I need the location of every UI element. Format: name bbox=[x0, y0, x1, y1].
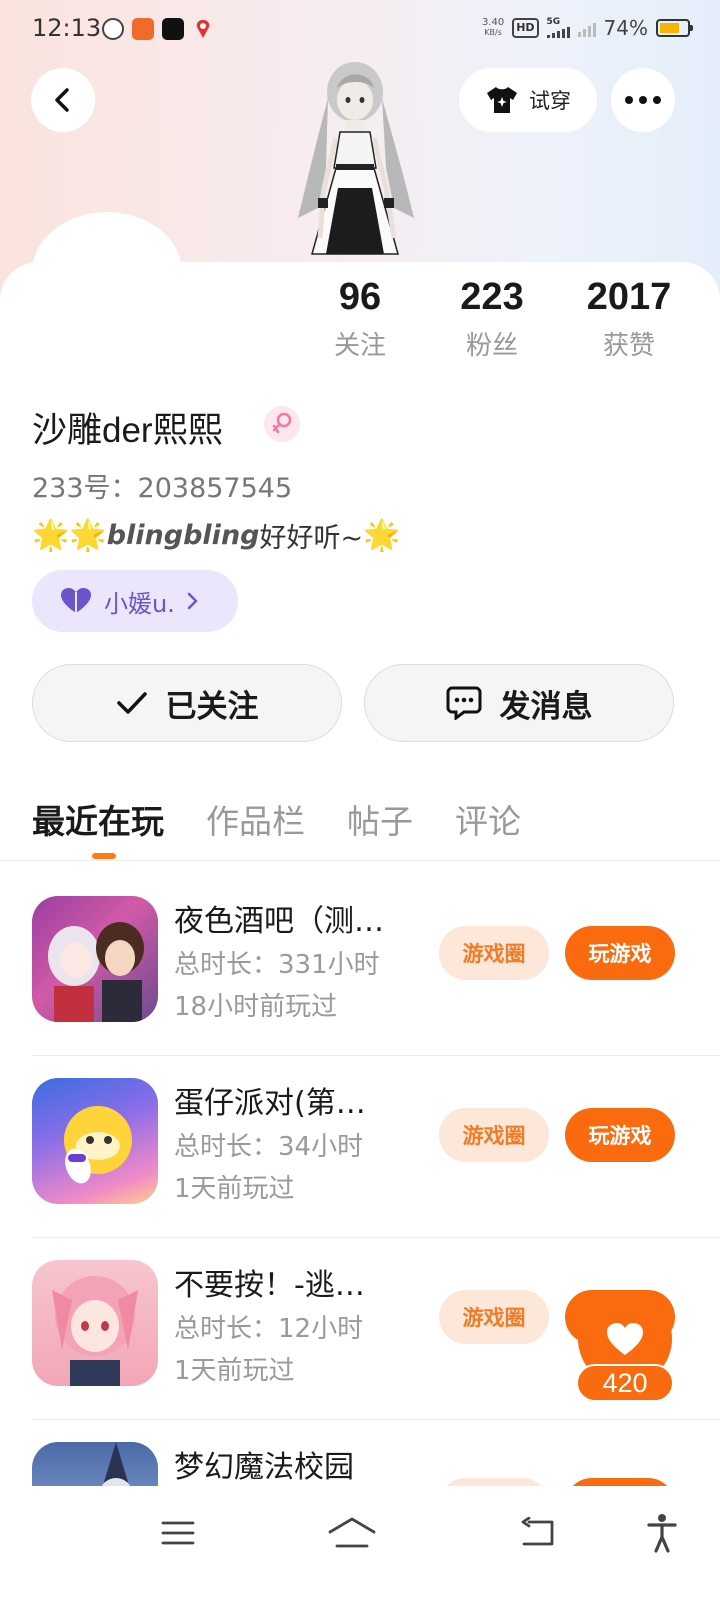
system-nav-bar bbox=[0, 1486, 720, 1600]
check-icon bbox=[116, 692, 147, 714]
status-time: 12:13 bbox=[32, 14, 102, 42]
signal-bars-icon bbox=[577, 19, 596, 37]
message-button[interactable]: 发消息 bbox=[364, 664, 674, 742]
shirt-icon bbox=[487, 87, 517, 113]
signal-5g-icon: 5G bbox=[546, 18, 570, 38]
following-button[interactable]: 已关注 bbox=[32, 664, 342, 742]
play-game-button[interactable]: 玩游戏 bbox=[565, 926, 675, 980]
try-on-label: 试穿 bbox=[529, 89, 571, 113]
profile-uid: 233号：203857545 bbox=[32, 473, 293, 504]
play-game-button[interactable]: 玩游戏 bbox=[565, 1108, 675, 1162]
chevron-right-icon bbox=[187, 592, 198, 610]
game-title: 夜色酒吧（测… bbox=[174, 904, 384, 939]
game-last-played: 1天前玩过 bbox=[174, 1356, 295, 1386]
game-icon bbox=[32, 1078, 158, 1204]
game-circle-button[interactable]: 游戏圈 bbox=[439, 1290, 549, 1344]
game-duration: 总时长：12小时 bbox=[174, 1314, 364, 1344]
nav-accessibility-button[interactable] bbox=[632, 1508, 692, 1558]
female-icon bbox=[264, 406, 300, 442]
stat-followers[interactable]: 223 粉丝 bbox=[432, 276, 552, 362]
menu-icon bbox=[161, 1521, 195, 1545]
tabs-divider bbox=[0, 860, 720, 861]
relation-tag-chip[interactable]: 小媛u. bbox=[32, 570, 238, 632]
back-icon bbox=[55, 88, 69, 112]
battery-icon bbox=[656, 19, 693, 37]
avatar-figure[interactable] bbox=[280, 58, 430, 268]
heart-icon bbox=[61, 588, 91, 613]
nav-menu-button[interactable] bbox=[148, 1508, 208, 1558]
game-circle-button[interactable]: 游戏圈 bbox=[439, 1108, 549, 1162]
more-icon bbox=[625, 96, 661, 104]
tab-indicator bbox=[92, 853, 116, 859]
game-last-played: 1天前玩过 bbox=[174, 1174, 295, 1204]
tab-recently-played[interactable]: 最近在玩 bbox=[32, 795, 164, 843]
home-icon bbox=[328, 1517, 376, 1548]
profile-tabs: 最近在玩 作品栏 帖子 评论 bbox=[32, 795, 521, 843]
chat-icon bbox=[446, 686, 481, 720]
accessibility-icon bbox=[647, 1514, 677, 1553]
network-speed: 3.40 KB/s bbox=[481, 17, 505, 38]
more-button[interactable] bbox=[611, 68, 675, 132]
profile-bio: 🌟🌟 blingbling 好好听~ 🌟 bbox=[32, 518, 401, 554]
like-count: 420 bbox=[576, 1364, 674, 1402]
status-indicators: 3.40 KB/s HD 5G 74% bbox=[481, 16, 693, 40]
nav-back-button[interactable] bbox=[508, 1508, 568, 1558]
game-icon bbox=[32, 1260, 158, 1386]
game-circle-button[interactable]: 游戏圈 bbox=[439, 926, 549, 980]
game-icon bbox=[32, 896, 158, 1022]
game-title: 梦幻魔法校园 bbox=[174, 1450, 354, 1485]
floating-like-button[interactable]: 420 bbox=[576, 1292, 674, 1406]
stat-likes[interactable]: 2017 获赞 bbox=[569, 276, 689, 362]
stat-following[interactable]: 96 关注 bbox=[300, 276, 420, 362]
heart-icon bbox=[607, 1323, 643, 1355]
app-notification-icon bbox=[102, 18, 124, 40]
app-notification-icon bbox=[132, 18, 154, 40]
back-button[interactable] bbox=[31, 68, 95, 132]
tiktok-notification-icon bbox=[162, 18, 184, 40]
game-last-played: 18小时前玩过 bbox=[174, 992, 338, 1022]
game-title: 不要按！-逃… bbox=[174, 1268, 365, 1303]
relation-tag-label: 小媛u. bbox=[104, 589, 175, 618]
tab-comments[interactable]: 评论 bbox=[455, 795, 521, 843]
game-row[interactable]: 蛋仔派对(第… 总时长：34小时 1天前玩过 游戏圈 玩游戏 bbox=[0, 1056, 720, 1238]
nav-home-button[interactable] bbox=[322, 1508, 382, 1558]
status-bar: 12:13 3.40 KB/s HD 5G 74% bbox=[0, 0, 720, 58]
battery-percent: 74% bbox=[603, 16, 648, 40]
hd-icon: HD bbox=[512, 18, 539, 38]
game-duration: 总时长：34小时 bbox=[174, 1132, 364, 1162]
game-title: 蛋仔派对(第… bbox=[174, 1086, 366, 1121]
tab-works[interactable]: 作品栏 bbox=[206, 795, 305, 843]
map-notification-icon bbox=[192, 18, 214, 40]
try-on-button[interactable]: 试穿 bbox=[459, 68, 597, 132]
game-row[interactable]: 夜色酒吧（测… 总时长：331小时 18小时前玩过 游戏圈 玩游戏 bbox=[0, 874, 720, 1056]
tab-posts[interactable]: 帖子 bbox=[347, 795, 413, 843]
back-nav-icon bbox=[521, 1517, 554, 1546]
game-duration: 总时长：331小时 bbox=[174, 950, 380, 980]
profile-name: 沙雕der熙熙 bbox=[32, 411, 223, 450]
